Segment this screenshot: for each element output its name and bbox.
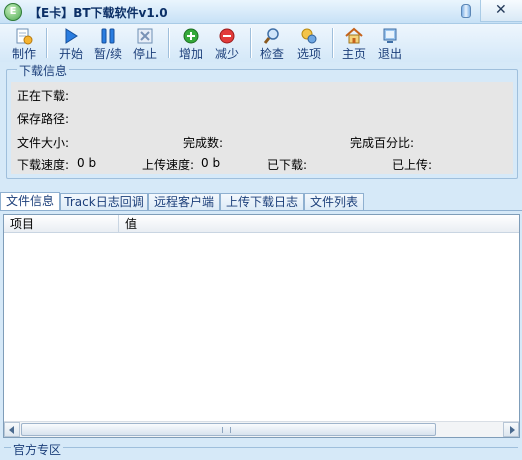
magnifier-icon	[263, 28, 279, 44]
official-zone-legend: 官方专区	[11, 441, 64, 458]
options-label: 选项	[296, 47, 321, 61]
start-label: 开始	[58, 47, 83, 61]
arrow-right-icon	[510, 426, 515, 434]
tab-remote-clients[interactable]: 远程客户端	[148, 193, 220, 211]
download-info-group: 下载信息 正在下载: 保存路径: 文件大小: 完成数: 完成百分比: 下载速度:…	[6, 62, 518, 179]
stop-button[interactable]: 停止	[128, 26, 162, 61]
toolbar-separator	[250, 28, 251, 58]
horizontal-scrollbar[interactable]	[4, 421, 519, 437]
uploaded-label: 已上传:	[392, 158, 433, 172]
upload-speed-value: 0 b	[201, 156, 221, 170]
pin-icon	[461, 4, 471, 18]
completed-count-label: 完成数:	[183, 136, 224, 150]
exit-label: 退出	[377, 47, 402, 61]
completed-percent-label: 完成百分比:	[350, 136, 415, 150]
download-speed-label: 下载速度:	[17, 158, 70, 172]
stop-icon	[137, 28, 153, 44]
options-icon	[301, 28, 317, 44]
home-icon	[345, 27, 363, 44]
grip-icon	[222, 427, 231, 433]
home-label: 主页	[341, 47, 366, 61]
scroll-left-button[interactable]	[4, 422, 20, 437]
play-icon	[65, 28, 78, 44]
tab-underline	[0, 210, 522, 211]
add-label: 增加	[178, 47, 203, 61]
toolbar: 制作 开始 暂/续 停止 增加 减少 检查 选项 主页 退出	[0, 24, 522, 62]
pause-icon	[101, 28, 115, 44]
options-button[interactable]: 选项	[292, 26, 326, 61]
close-icon: ✕	[495, 2, 507, 18]
toolbar-separator	[168, 28, 169, 58]
make-icon	[16, 28, 33, 45]
toolbar-separator	[332, 28, 333, 58]
exit-button[interactable]: 退出	[374, 26, 406, 61]
plus-icon	[183, 28, 199, 44]
toolbar-separator	[46, 28, 47, 58]
check-label: 检查	[259, 47, 284, 61]
start-button[interactable]: 开始	[54, 26, 88, 61]
column-header-item[interactable]: 项目	[4, 215, 119, 233]
pause-resume-button[interactable]: 暂/续	[90, 26, 126, 61]
column-header-value[interactable]: 值	[119, 215, 519, 233]
tab-bar: 文件信息 Track日志回调 远程客户端 上传下载日志 文件列表	[0, 192, 522, 211]
downloaded-label: 已下载:	[267, 158, 308, 172]
app-icon: E	[4, 3, 22, 21]
make-label: 制作	[11, 47, 36, 61]
download-speed-value: 0 b	[77, 156, 97, 170]
exit-icon	[383, 28, 397, 43]
download-info-legend: 下载信息	[17, 62, 70, 79]
scroll-thumb[interactable]	[21, 423, 436, 436]
minus-icon	[219, 28, 235, 44]
reduce-button[interactable]: 减少	[210, 26, 244, 61]
official-zone-group: 官方专区	[4, 441, 518, 460]
file-size-label: 文件大小:	[17, 136, 70, 150]
download-info-panel: 正在下载: 保存路径: 文件大小: 完成数: 完成百分比: 下载速度: 0 b …	[11, 82, 513, 174]
list-header: 项目 值	[4, 215, 519, 233]
pin-button[interactable]	[455, 0, 477, 22]
tab-file-list[interactable]: 文件列表	[304, 193, 364, 211]
make-button[interactable]: 制作	[8, 26, 40, 61]
tab-file-info[interactable]: 文件信息	[0, 192, 60, 211]
home-button[interactable]: 主页	[338, 26, 370, 61]
title-bar[interactable]: E 【E卡】BT下载软件v1.0 ✕	[0, 0, 522, 24]
add-button[interactable]: 增加	[174, 26, 208, 61]
stop-label: 停止	[132, 47, 157, 61]
downloading-label: 正在下载:	[17, 89, 70, 103]
scroll-right-button[interactable]	[503, 422, 519, 437]
close-button[interactable]: ✕	[480, 0, 522, 22]
save-path-label: 保存路径:	[17, 112, 70, 126]
window-title: 【E卡】BT下载软件v1.0	[29, 6, 168, 20]
file-info-list[interactable]: 项目 值	[3, 214, 520, 438]
reduce-label: 减少	[214, 47, 239, 61]
upload-speed-label: 上传速度:	[142, 158, 195, 172]
tab-track-log[interactable]: Track日志回调	[60, 193, 148, 211]
tab-upload-download-log[interactable]: 上传下载日志	[220, 193, 304, 211]
arrow-left-icon	[9, 426, 14, 434]
check-button[interactable]: 检查	[256, 26, 288, 61]
pause-resume-label: 暂/续	[93, 47, 123, 61]
